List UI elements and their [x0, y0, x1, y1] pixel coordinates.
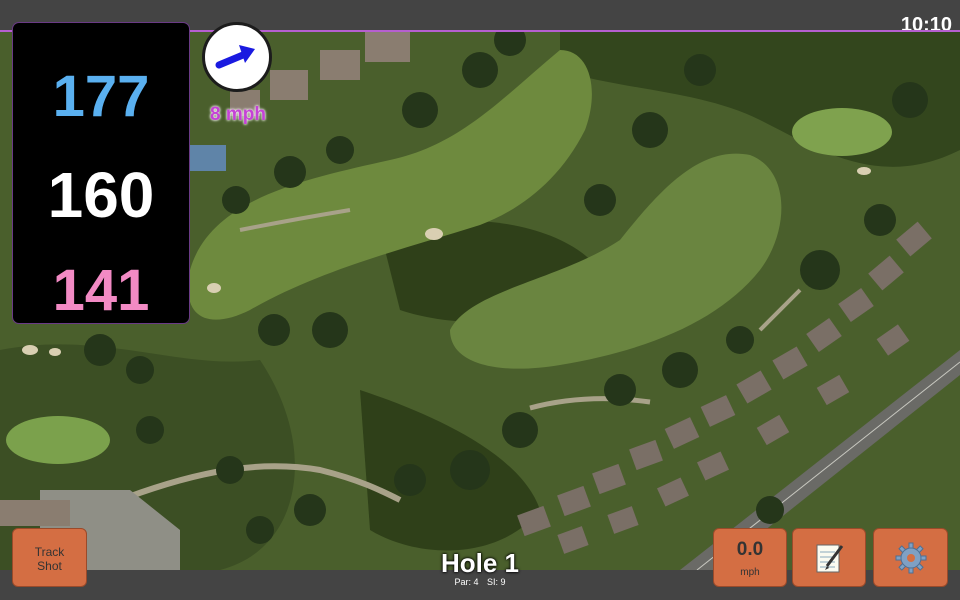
arrow-icon [215, 45, 255, 69]
notepad-icon [816, 544, 844, 573]
track-shot-label-line2: Shot [37, 559, 62, 573]
gear-icon [895, 542, 927, 574]
settings-button[interactable] [873, 528, 948, 587]
back-yardage: 177 [52, 64, 150, 129]
track-shot-label-line1: Track [34, 545, 65, 559]
hole-title: Hole 1 [440, 548, 520, 578]
speed-button[interactable]: 0.0 mph [713, 528, 787, 587]
track-shot-button[interactable]: Track Shot [12, 528, 87, 587]
middle-yardage: 160 [47, 159, 155, 231]
wind-speed: 8 mph [210, 104, 266, 125]
notes-button[interactable] [792, 528, 866, 587]
front-yardage: 141 [52, 258, 150, 323]
par-label: Par: 4 [454, 577, 479, 587]
yardage-panel: 177 160 141 [12, 22, 190, 324]
speed-unit: mph [740, 567, 760, 578]
wind-indicator [202, 22, 272, 92]
hole-info: Par: 4 SI: 9 [380, 577, 580, 587]
speed-value: 0.0 [736, 539, 764, 560]
stroke-index-label: SI: 9 [487, 577, 506, 587]
